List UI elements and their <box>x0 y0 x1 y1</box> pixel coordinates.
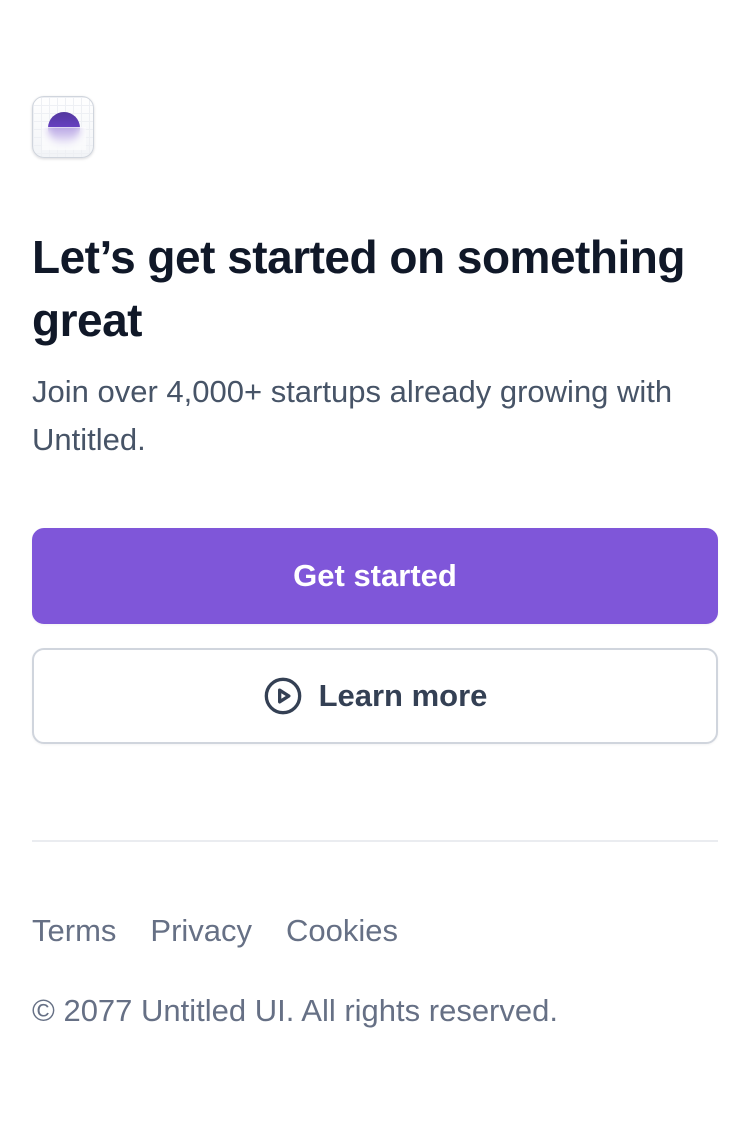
footer-link-terms[interactable]: Terms <box>32 908 116 954</box>
footer-link-privacy[interactable]: Privacy <box>150 908 252 954</box>
footer-links: Terms Privacy Cookies <box>32 908 398 954</box>
play-circle-icon <box>263 676 303 716</box>
footer-divider <box>32 840 718 842</box>
learn-more-button[interactable]: Learn more <box>32 648 718 744</box>
footer-link-cookies[interactable]: Cookies <box>286 908 398 954</box>
get-started-label: Get started <box>293 558 457 593</box>
page-subtitle: Join over 4,000+ startups already growin… <box>32 374 673 457</box>
logo-icon <box>32 96 94 158</box>
learn-more-label: Learn more <box>318 678 488 713</box>
get-started-button[interactable]: Get started <box>32 528 718 624</box>
page-title: Let’s get started on something great <box>32 231 685 346</box>
logo-glass <box>42 127 86 150</box>
copyright-text: © 2077 Untitled UI. All rights reserved. <box>32 993 558 1028</box>
